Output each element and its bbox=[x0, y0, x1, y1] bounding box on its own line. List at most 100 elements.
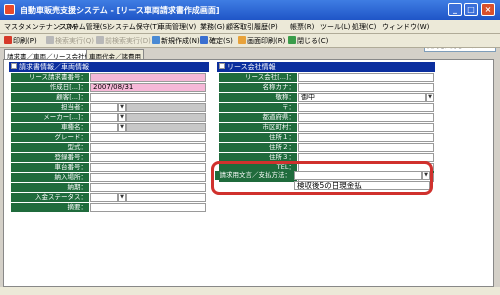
section-checkbox-icon bbox=[219, 63, 225, 69]
app-icon bbox=[4, 4, 15, 15]
payment-status-display bbox=[126, 193, 206, 202]
invoice-vehicle-header: 請求書情報／車両情報 bbox=[9, 62, 209, 72]
grade-label: グレード： bbox=[11, 133, 89, 142]
screen-print-label: 画面印刷(R) bbox=[247, 37, 286, 45]
prefecture-label: 都道府県： bbox=[219, 113, 297, 122]
model-name-display bbox=[126, 123, 206, 132]
menu-bar: マスタメンテナンス(M) システム管理(S) システム保守(T) 車両管理(V)… bbox=[0, 20, 500, 52]
postal-code-field[interactable] bbox=[298, 103, 434, 112]
print-label: 印刷(P) bbox=[13, 37, 37, 45]
delivery-date-field[interactable] bbox=[90, 183, 206, 192]
name-kana-label: 名称カナ： bbox=[219, 83, 297, 92]
menu-process[interactable]: 処理(C) bbox=[352, 22, 376, 32]
payment-status-label: 入金ステータス： bbox=[11, 193, 89, 202]
maker-label: メーカー[...]： bbox=[11, 113, 89, 122]
new-label: 新規作成(N) bbox=[161, 37, 200, 45]
menu-window[interactable]: ウィンドウ(W) bbox=[382, 22, 429, 32]
address2-label: 住所２： bbox=[219, 143, 297, 152]
screen-print-button[interactable]: 画面印刷(R) bbox=[238, 36, 285, 46]
save-icon bbox=[200, 36, 208, 44]
previous-search-button[interactable]: 前検索実行(D) bbox=[96, 36, 151, 46]
city-label: 市区町村： bbox=[219, 123, 297, 132]
model-name-label: 車種名： bbox=[11, 123, 89, 132]
staff-select[interactable] bbox=[90, 103, 118, 112]
honorific-label: 敬称： bbox=[219, 93, 297, 102]
screen-print-icon bbox=[238, 36, 246, 44]
created-date-field[interactable]: 2007/08/31 bbox=[90, 83, 206, 92]
minimize-button[interactable]: _ bbox=[448, 3, 462, 16]
registration-number-label: 登録番号： bbox=[11, 153, 89, 162]
section-checkbox-icon bbox=[11, 63, 17, 69]
remarks-field[interactable] bbox=[90, 203, 206, 212]
maximize-button[interactable]: □ bbox=[464, 3, 478, 16]
delivery-place-field[interactable] bbox=[90, 173, 206, 182]
delivery-place-label: 納入場所： bbox=[11, 173, 89, 182]
model-name-select[interactable] bbox=[90, 123, 118, 132]
registration-number-field[interactable] bbox=[90, 153, 206, 162]
lease-company-header: リース会社情報 bbox=[217, 62, 435, 72]
menu-system-admin[interactable]: システム管理(S) bbox=[58, 22, 110, 32]
confirm-label: 確定(S) bbox=[209, 37, 233, 45]
search-icon bbox=[46, 36, 54, 44]
grade-field[interactable] bbox=[90, 133, 206, 142]
maker-dropdown-icon[interactable]: ▼ bbox=[118, 113, 126, 122]
maker-select[interactable] bbox=[90, 113, 118, 122]
menu-business[interactable]: 業務(G) bbox=[200, 22, 225, 32]
created-date-label: 作成日[...]： bbox=[11, 83, 89, 92]
exit-icon bbox=[288, 36, 296, 44]
menu-tools[interactable]: ツール(L) bbox=[320, 22, 350, 32]
invoice-number-label: リース請求書番号： bbox=[11, 73, 89, 82]
payment-status-select[interactable] bbox=[90, 193, 118, 202]
address2-field[interactable] bbox=[298, 143, 434, 152]
close-button[interactable]: × bbox=[481, 3, 495, 16]
name-kana-field[interactable] bbox=[298, 83, 434, 92]
search-label: 検索実行(Q) bbox=[55, 37, 94, 45]
menu-customer-history[interactable]: 顧客取引履歴(P) bbox=[226, 22, 278, 32]
toolbar: 印刷(P) 検索実行(Q) 前検索実行(D) 新規作成(N) 確定(S) 画面印… bbox=[0, 34, 500, 48]
delivery-date-label: 納期： bbox=[11, 183, 89, 192]
remarks-label: 摘要： bbox=[11, 203, 89, 212]
customer-field[interactable] bbox=[90, 93, 206, 102]
model-dropdown-icon[interactable]: ▼ bbox=[118, 123, 126, 132]
staff-name-display bbox=[126, 103, 206, 112]
address1-label: 住所１： bbox=[219, 133, 297, 142]
close-window-label: 閉じる(C) bbox=[297, 37, 329, 45]
chassis-number-label: 車台番号： bbox=[11, 163, 89, 172]
staff-label: 担当者： bbox=[11, 103, 89, 112]
previous-search-icon bbox=[96, 36, 104, 44]
window-title: 自動車販売支援システム - [リース車両請求書作成画面] bbox=[20, 6, 220, 15]
address1-field[interactable] bbox=[298, 133, 434, 142]
printer-icon bbox=[4, 36, 12, 44]
type-field[interactable] bbox=[90, 143, 206, 152]
maker-name-display bbox=[126, 113, 206, 122]
lease-company-title: リース会社情報 bbox=[227, 63, 276, 71]
title-bar: 自動車販売支援システム - [リース車両請求書作成画面] _ □ × bbox=[0, 0, 500, 20]
status-bar bbox=[0, 287, 500, 295]
menu-reports[interactable]: 帳票(R) bbox=[290, 22, 314, 32]
honorific-select[interactable]: 御中 bbox=[298, 93, 426, 102]
chassis-number-field[interactable] bbox=[90, 163, 206, 172]
new-document-icon bbox=[152, 36, 160, 44]
payment-status-dropdown-icon[interactable]: ▼ bbox=[118, 193, 126, 202]
previous-search-label: 前検索実行(D) bbox=[105, 37, 151, 45]
highlight-callout bbox=[211, 161, 433, 195]
menu-system-maintenance[interactable]: システム保守(T) bbox=[108, 22, 160, 32]
honorific-dropdown-icon[interactable]: ▼ bbox=[426, 93, 434, 102]
invoice-vehicle-title: 請求書情報／車両情報 bbox=[19, 63, 89, 71]
confirm-button[interactable]: 確定(S) bbox=[200, 36, 233, 46]
menu-vehicle[interactable]: 車両管理(V) bbox=[158, 22, 196, 32]
search-button[interactable]: 検索実行(Q) bbox=[46, 36, 94, 46]
invoice-number-field[interactable] bbox=[90, 73, 206, 82]
lease-company-field[interactable] bbox=[298, 73, 434, 82]
new-button[interactable]: 新規作成(N) bbox=[152, 36, 200, 46]
app-window: 自動車販売支援システム - [リース車両請求書作成画面] _ □ × マスタメン… bbox=[0, 0, 500, 295]
prefecture-field[interactable] bbox=[298, 113, 434, 122]
postal-code-label: 〒： bbox=[219, 103, 297, 112]
close-window-button[interactable]: 閉じる(C) bbox=[288, 36, 328, 46]
lease-company-label: リース会社[...]： bbox=[219, 73, 297, 82]
print-button[interactable]: 印刷(P) bbox=[4, 36, 37, 46]
city-field[interactable] bbox=[298, 123, 434, 132]
staff-dropdown-icon[interactable]: ▼ bbox=[118, 103, 126, 112]
type-label: 型式： bbox=[11, 143, 89, 152]
customer-label: 顧客[...]： bbox=[11, 93, 89, 102]
